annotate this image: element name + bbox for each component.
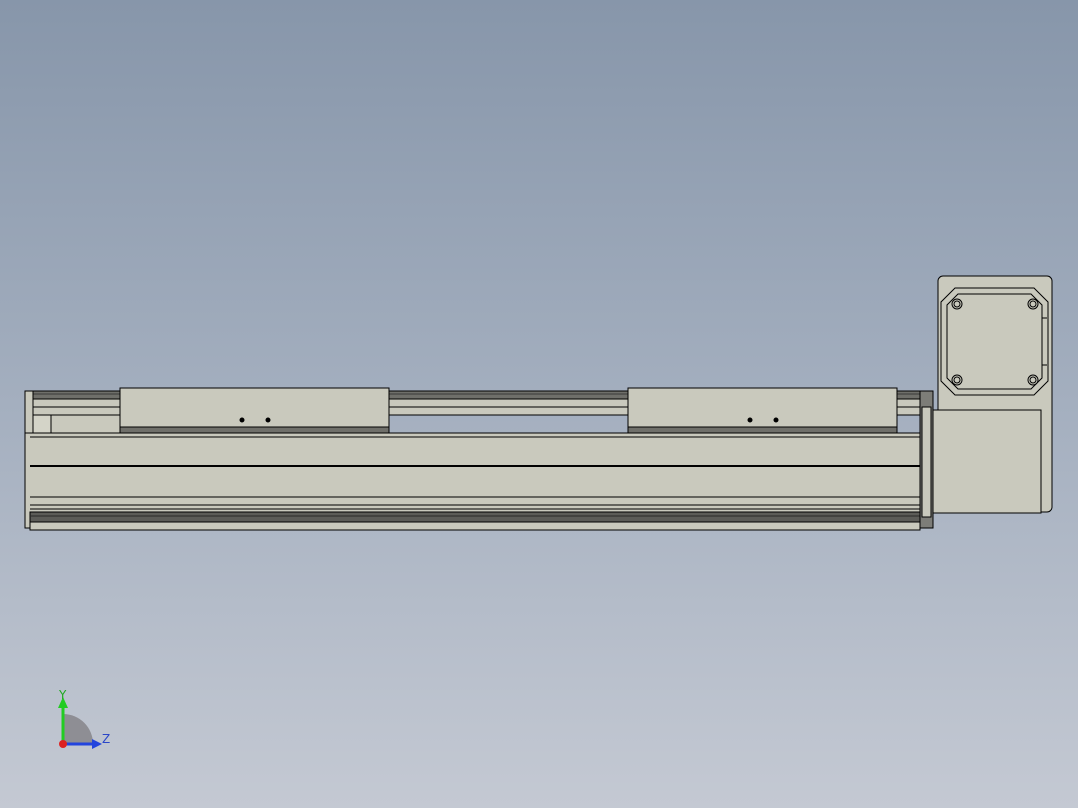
triad-quadrant (63, 714, 93, 744)
actuator-model[interactable] (0, 0, 1078, 808)
profile-bottom-strip (29, 511, 921, 523)
orientation-triad: Y Z (40, 680, 130, 770)
x-axis-point (59, 740, 67, 748)
z-axis-label: Z (102, 732, 111, 746)
carriage-1 (119, 387, 390, 430)
y-axis-label: Y (59, 688, 67, 702)
motor-side-block (932, 409, 1042, 514)
carriage-2 (627, 387, 898, 430)
left-end-pocket (32, 414, 52, 436)
left-end-block (50, 414, 122, 436)
cad-viewport[interactable]: Y Z (0, 0, 1078, 808)
